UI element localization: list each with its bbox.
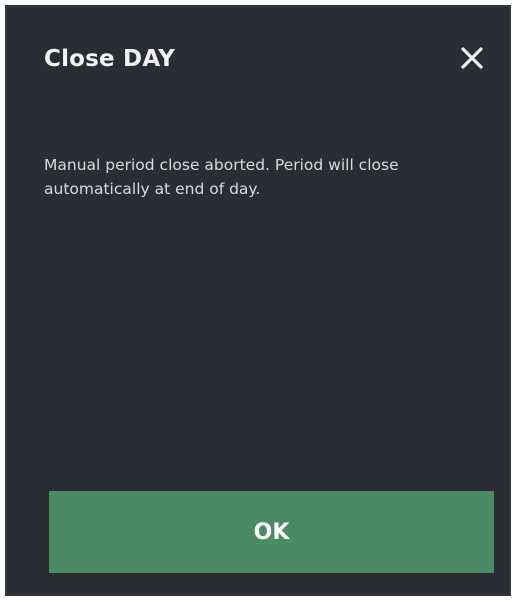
dialog-message: Manual period close aborted. Period will… bbox=[44, 156, 399, 198]
ok-button[interactable]: OK bbox=[49, 491, 494, 573]
close-icon bbox=[455, 41, 489, 75]
dialog-title: Close DAY bbox=[44, 46, 176, 72]
close-day-dialog: Close DAY Manual period close aborted. P… bbox=[5, 5, 511, 596]
ok-button-label: OK bbox=[253, 519, 290, 545]
close-button[interactable] bbox=[455, 41, 489, 75]
